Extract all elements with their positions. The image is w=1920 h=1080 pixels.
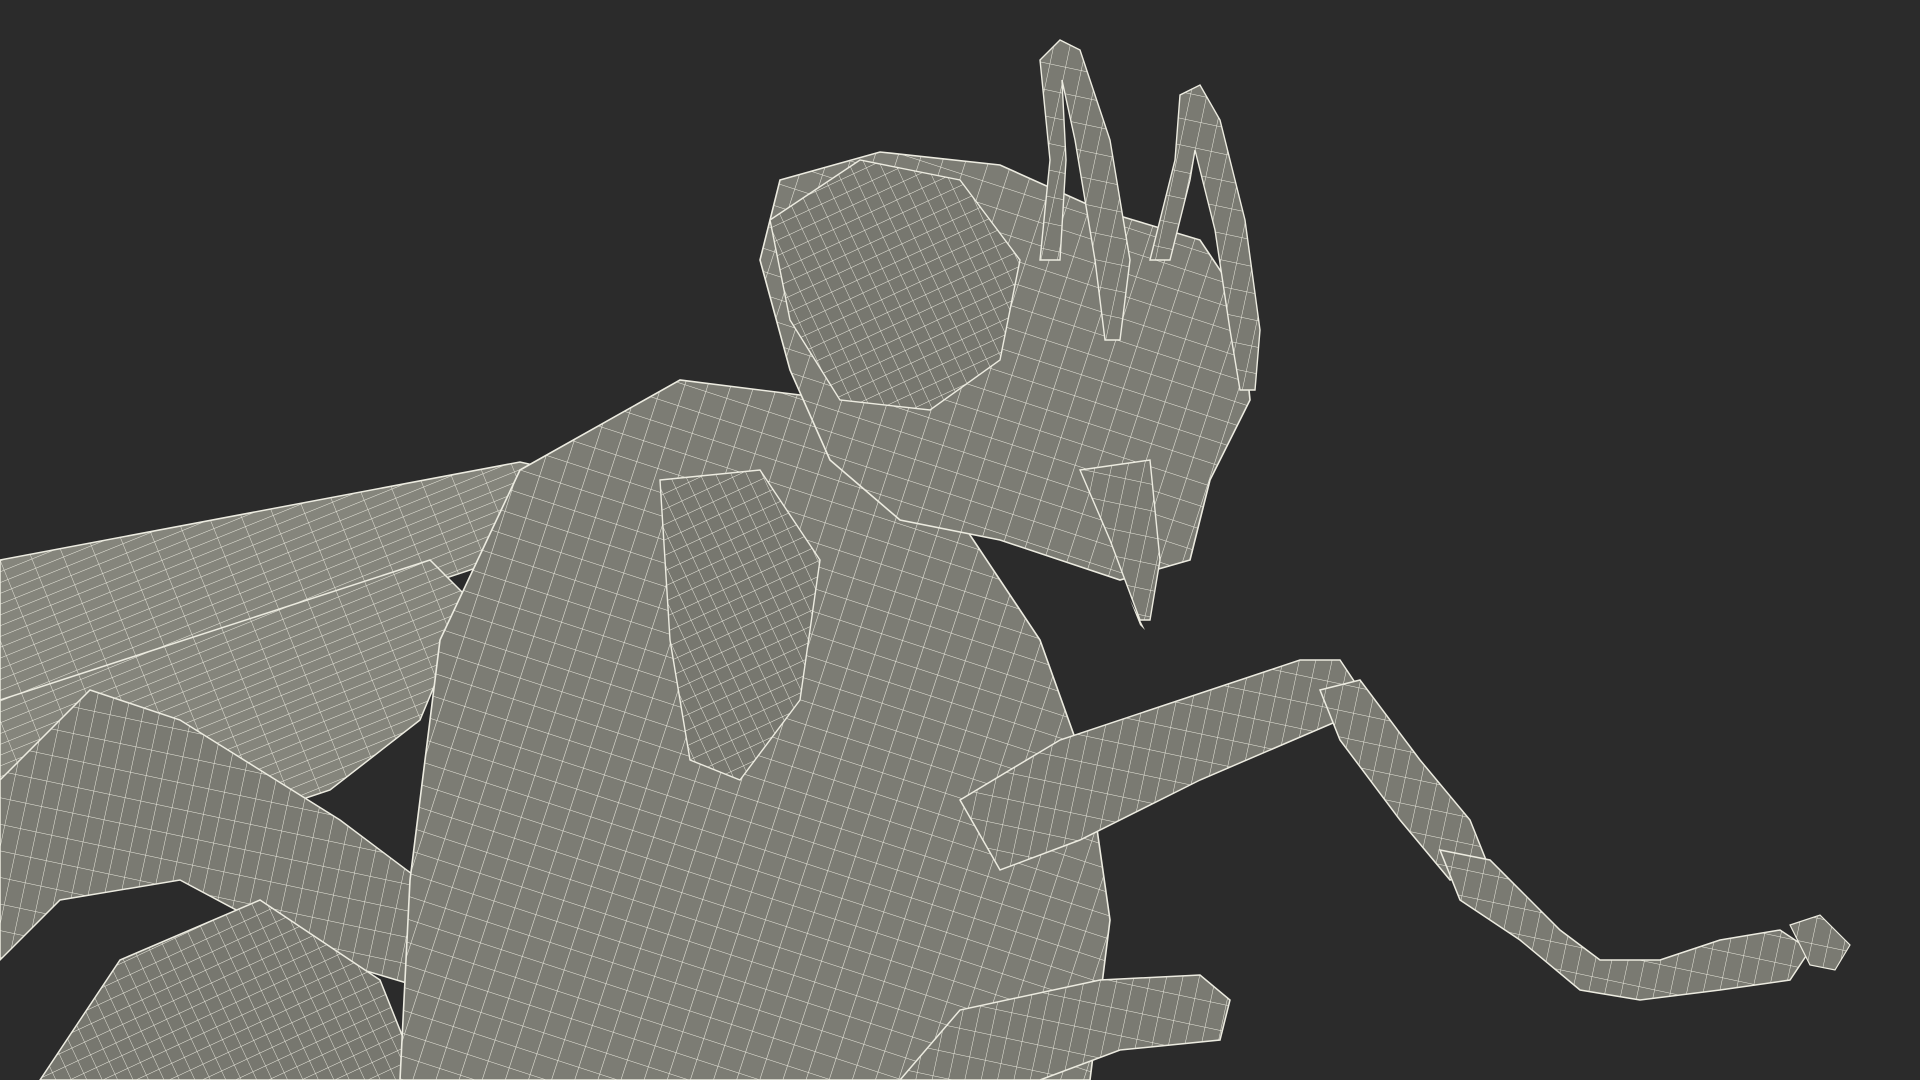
insect-wireframe-render: [0, 39, 1851, 1080]
render-viewport: [0, 0, 1920, 1080]
